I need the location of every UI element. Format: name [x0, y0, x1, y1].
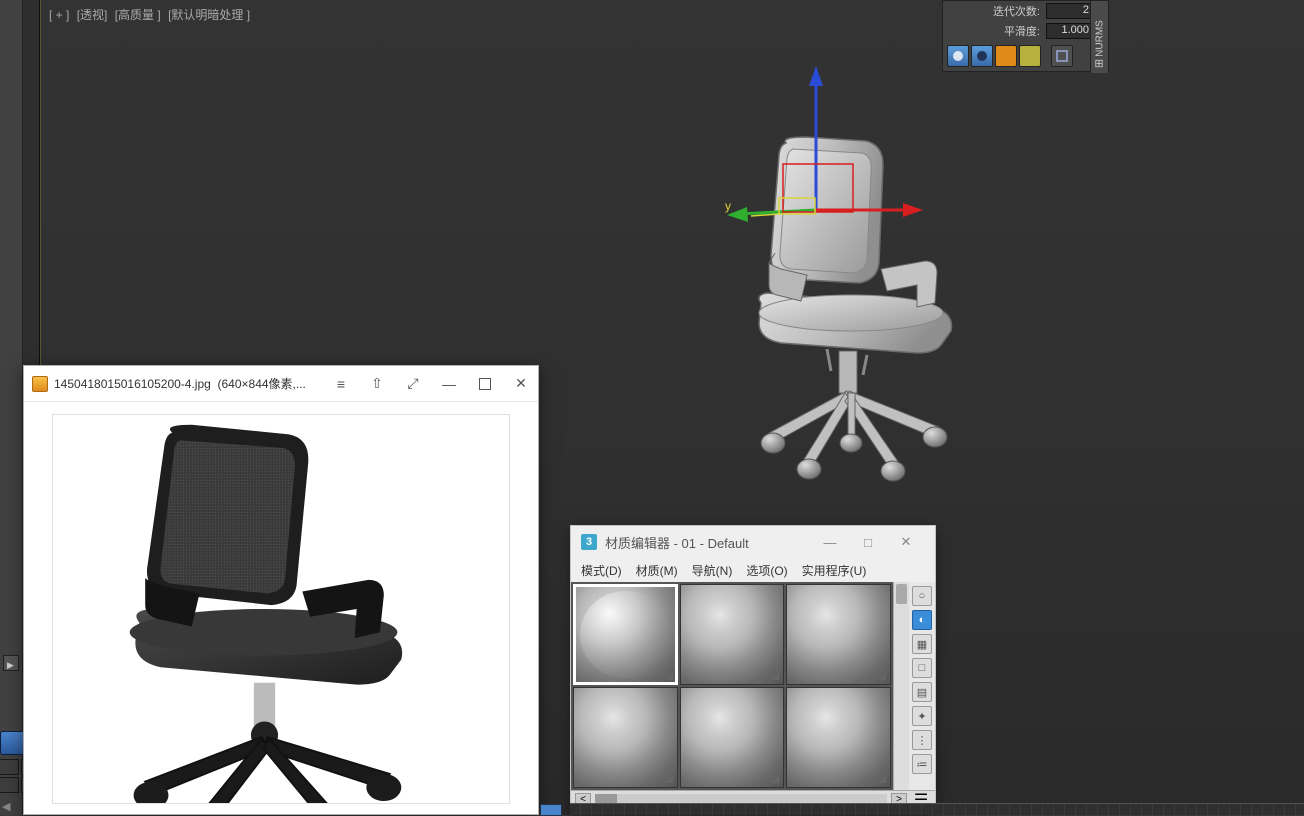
nurms-side: NURMS ⊞ — [1090, 1, 1108, 73]
transform-gizmo[interactable]: y — [721, 60, 941, 240]
side-icon-2[interactable]: ▦ — [912, 634, 932, 654]
timeline[interactable] — [570, 803, 1304, 815]
material-slot-3[interactable] — [786, 584, 891, 685]
close-button[interactable]: ✕ — [512, 375, 530, 393]
menu-utilities[interactable]: 实用程序(U) — [802, 562, 867, 579]
material-editor-window: 3 材质编辑器 - 01 - Default — □ ✕ 模式(D) 材质(M)… — [570, 525, 936, 815]
menu-icon[interactable]: ≡ — [332, 375, 350, 393]
material-editor-title: 材质编辑器 - 01 - Default — [605, 533, 811, 552]
app-badge: 3 — [581, 534, 597, 550]
material-editor-menu: 模式(D) 材质(M) 导航(N) 选项(O) 实用程序(U) — [571, 558, 935, 582]
image-viewer-titlebar[interactable]: 1450418015016105200-4.jpg (640×844像素,...… — [24, 366, 538, 402]
maximize-button[interactable] — [476, 375, 494, 393]
expand-icon[interactable]: ⊞ — [1093, 57, 1105, 71]
nurms-icon-2[interactable] — [971, 45, 993, 67]
side-icon-0[interactable]: ○ — [912, 586, 932, 606]
minimize-button[interactable]: — — [811, 528, 849, 556]
menu-material[interactable]: 材质(M) — [636, 562, 678, 579]
viewport-quality[interactable]: [高质量 ] — [115, 8, 161, 22]
material-slot-4[interactable] — [573, 687, 678, 788]
side-icon-3[interactable]: □ — [912, 658, 932, 678]
swatch-olive[interactable] — [1019, 45, 1041, 67]
swatch-orange[interactable] — [995, 45, 1017, 67]
material-slot-2[interactable] — [680, 584, 785, 685]
menu-options[interactable]: 选项(O) — [746, 562, 787, 579]
material-slots — [571, 582, 893, 790]
smoothness-label: 平滑度: — [947, 23, 1046, 39]
image-title: 1450418015016105200-4.jpg (640×844像素,... — [54, 375, 332, 392]
play-button[interactable] — [3, 655, 19, 671]
image-canvas — [52, 414, 510, 804]
viewport-shading[interactable]: [默认明暗处理 ] — [168, 8, 250, 22]
side-icon-7[interactable]: ≔ — [912, 754, 932, 774]
material-slot-1[interactable] — [573, 584, 678, 685]
close-button[interactable]: ✕ — [887, 528, 925, 556]
side-icon-1[interactable]: ◐ — [912, 610, 932, 630]
menu-mode[interactable]: 模式(D) — [581, 562, 622, 579]
side-icon-5[interactable]: ✦ — [912, 706, 932, 726]
viewport-labels: [ + ] [透视] [高质量 ] [默认明暗处理 ] — [49, 6, 254, 23]
viewport-toggle[interactable]: [ + ] — [49, 8, 69, 22]
vertical-scrollbar[interactable] — [893, 582, 909, 790]
material-editor-titlebar[interactable]: 3 材质编辑器 - 01 - Default — □ ✕ — [571, 526, 935, 558]
app-icon — [32, 376, 48, 392]
menu-navigate[interactable]: 导航(N) — [692, 562, 733, 579]
chair-model — [731, 135, 971, 485]
nurms-side-label: NURMS — [1095, 14, 1106, 64]
viewport-view-mode[interactable]: [透视] — [77, 8, 108, 22]
side-icon-6[interactable]: ⋮ — [912, 730, 932, 750]
smoothness-input[interactable]: 1.000 — [1046, 23, 1094, 39]
nurms-icon-1[interactable] — [947, 45, 969, 67]
iterations-label: 迭代次数: — [947, 3, 1046, 19]
material-slot-6[interactable] — [786, 687, 891, 788]
expand-icon[interactable]: ⤢ — [404, 375, 422, 393]
maximize-button[interactable]: □ — [849, 528, 887, 556]
svg-text:y: y — [725, 199, 731, 213]
side-icon-4[interactable]: ▤ — [912, 682, 932, 702]
nurms-panel: 迭代次数: 2 ▲▼ 平滑度: 1.000 ▲▼ NURMS ⊞ — [942, 0, 1109, 72]
material-side-toolbar: ○ ◐ ▦ □ ▤ ✦ ⋮ ≔ — [909, 582, 935, 790]
home-icon[interactable]: ⇧ — [368, 375, 386, 393]
iterations-input[interactable]: 2 — [1046, 3, 1094, 19]
material-slot-5[interactable] — [680, 687, 785, 788]
minimize-button[interactable]: — — [440, 375, 458, 393]
image-viewer-window: 1450418015016105200-4.jpg (640×844像素,...… — [23, 365, 539, 815]
left-arrow-icon[interactable]: ◀ — [2, 800, 10, 813]
nurms-icon-settings[interactable] — [1051, 45, 1073, 67]
